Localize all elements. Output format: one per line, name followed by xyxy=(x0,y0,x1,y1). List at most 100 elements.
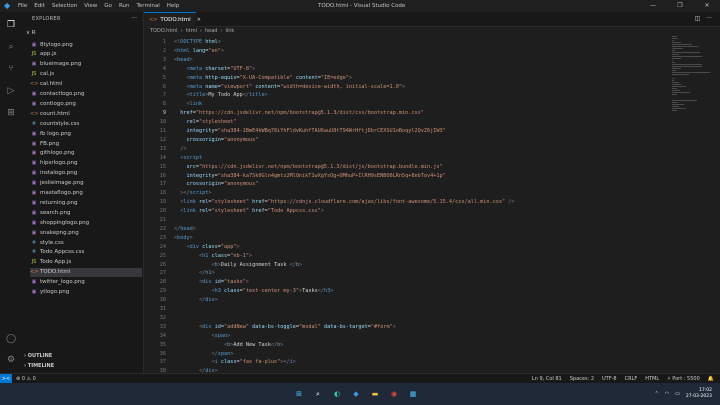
file-item[interactable]: ▣ contactlogo.png xyxy=(30,90,142,99)
split-editor-icon[interactable]: ◫ xyxy=(695,15,701,22)
code-line[interactable]: 1 <!DOCTYPE html> xyxy=(144,38,664,46)
file-item[interactable]: ▣ contlogo.png xyxy=(30,99,142,108)
code-line[interactable]: 27 </h1> xyxy=(144,269,664,277)
code-editor[interactable]: 1 <!DOCTYPE html> 2 <html lang="en"> 3 <head>… xyxy=(144,36,664,374)
file-item[interactable]: ▣ 8tylogo.png xyxy=(30,40,142,49)
problems-indicator[interactable]: ⊗ 0 ⚠ 0 xyxy=(16,376,36,382)
code-line[interactable]: 37 <i class="fas fa-plus"></i> xyxy=(144,358,664,366)
file-item[interactable]: ▣ fb logo.png xyxy=(30,129,142,138)
code-line[interactable]: 23 <body> xyxy=(144,234,664,242)
status-item[interactable]: Spaces: 2 xyxy=(570,376,594,382)
minimap[interactable] xyxy=(668,36,720,116)
file-item[interactable]: ▣ search.png xyxy=(30,208,142,217)
code-line[interactable]: 7 <title>My Todo App</title> xyxy=(144,91,664,99)
breadcrumb-item[interactable]: TODO.html xyxy=(150,28,178,34)
code-line[interactable]: 20 <link rel="stylesheet" href="Todo App… xyxy=(144,207,664,215)
code-line[interactable]: 24 <div class="app"> xyxy=(144,243,664,251)
folder-root[interactable]: ∨ R xyxy=(26,30,36,36)
code-line[interactable]: 9 href="https://cdn.jsdelivr.net/npm/boo… xyxy=(144,109,664,117)
file-item[interactable]: <> count.html xyxy=(30,109,142,118)
file-item[interactable]: ▣ FB.png xyxy=(30,139,142,148)
file-item[interactable]: ▣ hipsrlogo.png xyxy=(30,159,142,168)
code-line[interactable]: 12 crossorigin="anonymous" xyxy=(144,136,664,144)
code-line[interactable]: 8 <link xyxy=(144,100,664,108)
tab-todo-html[interactable]: <> TODO.html ✕ xyxy=(144,12,201,27)
file-item[interactable]: ▣ mastaflogo.png xyxy=(30,189,142,198)
code-line[interactable]: 35 <b>Add New Task</b> xyxy=(144,341,664,349)
file-item[interactable]: ▣ blueimage.png xyxy=(30,60,142,69)
code-line[interactable]: 11 integrity="sha384-1BmE4kWBq78iYhFldvK… xyxy=(144,127,664,135)
code-line[interactable]: 28 <div id="tasks"> xyxy=(144,278,664,286)
explorer-icon[interactable]: ❐ xyxy=(4,18,18,32)
outline-section[interactable]: › OUTLINE xyxy=(24,353,52,359)
chevron-up-icon[interactable]: ⌃ xyxy=(655,391,659,397)
vscode-icon[interactable]: ◆ xyxy=(349,387,363,401)
code-line[interactable]: 5 <meta http-equiv="X-UA-Compatible" con… xyxy=(144,74,664,82)
code-line[interactable]: 29 <h3 class="text-center my-3">Tasks</h… xyxy=(144,287,664,295)
status-item[interactable]: ⚡ Port : 5500 xyxy=(667,376,700,382)
source-control-icon[interactable]: ⑂ xyxy=(4,62,18,76)
edge-icon[interactable]: ◐ xyxy=(330,387,344,401)
code-line[interactable]: 14 <script xyxy=(144,154,664,162)
code-line[interactable]: 26 <b>Daily Assignment Task </b> xyxy=(144,261,664,269)
code-line[interactable]: 25 <h1 class="nb-1"> xyxy=(144,252,664,260)
file-item[interactable]: <> TODO.html xyxy=(30,267,142,277)
code-line[interactable]: 17 crossorigin="anonymous" xyxy=(144,180,664,188)
code-line[interactable]: 19 <link rel="stylesheet" href="https://… xyxy=(144,198,664,206)
file-item[interactable]: # Todo Appcss.css xyxy=(30,248,142,257)
code-line[interactable]: 18 ></script> xyxy=(144,189,664,197)
menu-item[interactable]: Run xyxy=(119,3,130,9)
breadcrumb-item[interactable]: head xyxy=(205,28,217,34)
code-line[interactable]: 16 integrity="sha384-ka7Sk0Gln4gmtz2MlQn… xyxy=(144,172,664,180)
more-icon[interactable]: ··· xyxy=(706,15,712,22)
code-line[interactable]: 22 </head> xyxy=(144,225,664,233)
file-item[interactable]: ▣ snakepng.png xyxy=(30,228,142,237)
file-explorer-icon[interactable]: ▬ xyxy=(368,387,382,401)
account-icon[interactable]: ◯ xyxy=(4,332,18,346)
file-item[interactable]: <> cal.html xyxy=(30,80,142,89)
code-line[interactable]: 2 <html lang="en"> xyxy=(144,47,664,55)
file-item[interactable]: JS Todo App.js xyxy=(30,258,142,267)
code-line[interactable]: 10 rel="stylesheet" xyxy=(144,118,664,126)
battery-icon[interactable]: ▭ xyxy=(675,391,680,397)
wifi-icon[interactable]: ◠ xyxy=(665,391,669,397)
menu-item[interactable]: Edit xyxy=(34,3,45,9)
file-item[interactable]: ▣ twitter_logo.png xyxy=(30,278,142,287)
settings-gear-icon[interactable]: ⚙ xyxy=(4,353,18,367)
breadcrumb-item[interactable]: html xyxy=(186,28,197,34)
menu-item[interactable]: View xyxy=(84,3,97,9)
close-button[interactable]: ✕ xyxy=(700,2,714,9)
status-item[interactable]: HTML xyxy=(645,376,659,382)
run-debug-icon[interactable]: ▷ xyxy=(4,84,18,98)
file-item[interactable]: ▣ returning.png xyxy=(30,198,142,207)
status-item[interactable]: 🔔 xyxy=(708,376,714,382)
chrome-icon[interactable]: ◉ xyxy=(387,387,401,401)
more-actions-icon[interactable]: ··· xyxy=(131,15,137,22)
file-item[interactable]: ▣ instalogo.png xyxy=(30,169,142,178)
menu-item[interactable]: Help xyxy=(167,3,180,9)
code-line[interactable]: 36 </span> xyxy=(144,350,664,358)
file-item[interactable]: JS app.js xyxy=(30,50,142,59)
timeline-section[interactable]: › TIMELINE xyxy=(24,363,54,369)
file-item[interactable]: # style.css xyxy=(30,238,142,247)
file-item[interactable]: # countstyle.css xyxy=(30,119,142,128)
menu-item[interactable]: Selection xyxy=(52,3,77,9)
menu-item[interactable]: Go xyxy=(104,3,112,9)
minimize-button[interactable]: — xyxy=(646,2,660,9)
file-item[interactable]: ▣ shoppinglogo.png xyxy=(30,218,142,227)
code-line[interactable]: 4 <meta charset="UTF-8"> xyxy=(144,65,664,73)
menu-item[interactable]: File xyxy=(18,3,27,9)
extensions-icon[interactable]: ⊞ xyxy=(4,106,18,120)
file-item[interactable]: ▣ jeslieimage.png xyxy=(30,179,142,188)
code-line[interactable]: 32 xyxy=(144,314,664,322)
windows-start-icon[interactable]: ⊞ xyxy=(292,387,306,401)
code-line[interactable]: 30 </div> xyxy=(144,296,664,304)
status-item[interactable]: UTF-8 xyxy=(602,376,617,382)
close-tab-icon[interactable]: ✕ xyxy=(197,17,201,23)
code-line[interactable]: 13 /> xyxy=(144,145,664,153)
code-line[interactable]: 21 xyxy=(144,216,664,224)
code-line[interactable]: 6 <meta name="viewport" content="width=d… xyxy=(144,83,664,91)
clock[interactable]: 17:02 27-03-2023 xyxy=(686,388,712,400)
code-line[interactable]: 15 src="https://cdn.jsdelivr.net/npm/boo… xyxy=(144,163,664,171)
file-item[interactable]: JS cal.js xyxy=(30,70,142,79)
